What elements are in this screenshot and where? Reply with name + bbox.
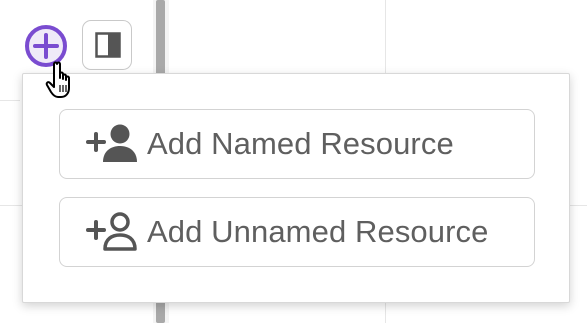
add-named-resource-button[interactable]: Add Named Resource	[59, 109, 535, 179]
add-resource-button[interactable]	[24, 24, 68, 68]
add-named-resource-label: Add Named Resource	[147, 126, 454, 161]
add-user-outline-icon	[86, 210, 142, 254]
plus-circle-icon	[25, 25, 67, 67]
toggle-panel-button[interactable]	[82, 20, 132, 70]
sidebar-panel-icon	[95, 32, 121, 58]
grid-line	[0, 100, 20, 101]
add-unnamed-resource-button[interactable]: Add Unnamed Resource	[59, 197, 535, 267]
add-resource-menu: Add Named Resource Add Unnamed Resource	[22, 73, 570, 303]
scheduler-view: Add Named Resource Add Unnamed Resource	[0, 0, 587, 323]
add-user-filled-icon	[86, 122, 142, 166]
add-unnamed-resource-label: Add Unnamed Resource	[147, 214, 489, 249]
